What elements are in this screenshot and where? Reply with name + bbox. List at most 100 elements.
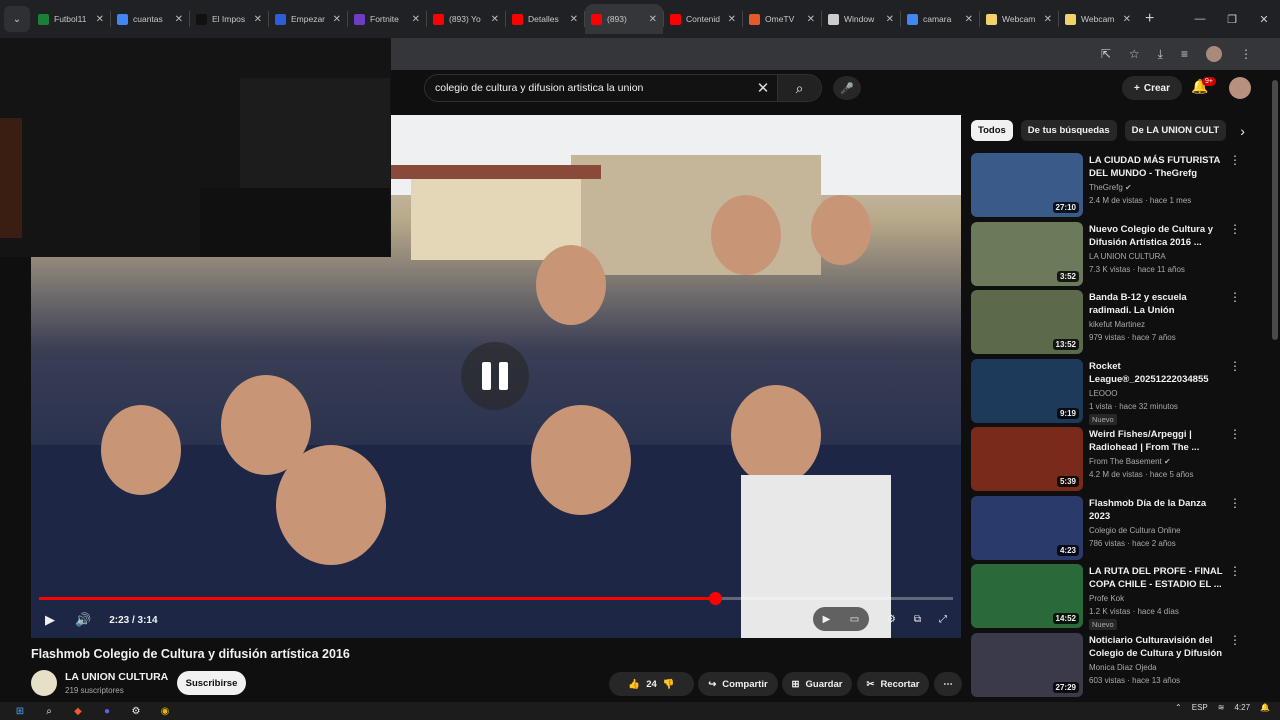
video-thumbnail[interactable]: 5:39 [971, 427, 1083, 491]
more-options-icon[interactable]: ⋮ [1229, 222, 1241, 236]
close-tab-icon[interactable]: ✕ [728, 14, 736, 25]
recommendation-channel[interactable]: kikefut Martinez [1089, 320, 1145, 329]
recommendation-channel[interactable]: Monica Diaz Ojeda [1089, 663, 1157, 672]
install-app-icon[interactable]: ⇱ [1101, 47, 1111, 61]
tab-search-button[interactable]: ⌄ [4, 6, 30, 32]
close-tab-icon[interactable]: ✕ [491, 14, 499, 25]
recommendation-channel[interactable]: LA UNION CULTURA [1089, 252, 1166, 261]
recommendation-item[interactable]: 3:52 Nuevo Colegio de Cultura y Difusión … [971, 221, 1261, 286]
progress-bar[interactable] [39, 592, 953, 605]
discord-icon[interactable]: ● [98, 706, 116, 717]
browser-tab[interactable]: Window ✕ [822, 4, 900, 34]
close-tab-icon[interactable]: ✕ [570, 14, 578, 25]
recommendation-item[interactable]: 4:23 Flashmob Día de la Danza 2023 Colegio… [971, 495, 1261, 560]
search-icon[interactable]: ⌕ [777, 75, 821, 101]
media-controls-icon[interactable]: ≡ [1181, 47, 1188, 61]
share-button[interactable]: ↪ Compartir [698, 672, 778, 696]
browser-tab[interactable]: camara ✕ [901, 4, 979, 34]
browser-menu-icon[interactable]: ⋮ [1240, 47, 1252, 61]
recommendation-title[interactable]: Weird Fishes/Arpeggi | Radiohead | From … [1089, 428, 1229, 454]
more-options-icon[interactable]: ⋮ [1229, 290, 1241, 304]
chevron-up-icon[interactable]: ⌃ [1175, 703, 1182, 712]
close-window-icon[interactable]: ✕ [1248, 13, 1280, 26]
thumbs-down-icon[interactable]: 👎 [663, 679, 675, 690]
close-tab-icon[interactable]: ✕ [254, 14, 262, 25]
bookmark-star-icon[interactable]: ☆ [1129, 47, 1140, 61]
close-tab-icon[interactable]: ✕ [649, 14, 657, 25]
recommendation-title[interactable]: Nuevo Colegio de Cultura y Difusión Artí… [1089, 223, 1229, 249]
fullscreen-icon[interactable]: ⤢ [939, 614, 947, 625]
recommendation-title[interactable]: Flashmob Día de la Danza 2023 [1089, 497, 1229, 523]
minimize-icon[interactable]: — [1184, 13, 1216, 25]
scrollbar-thumb[interactable] [1272, 80, 1278, 340]
browser-tab[interactable]: El Impos ✕ [190, 4, 268, 34]
recommendation-item[interactable]: 27:10 LA CIUDAD MÁS FUTURISTA DEL MUNDO -… [971, 153, 1261, 217]
recommendation-item[interactable]: 27:29 Noticiario Culturavisión del Colegi… [971, 632, 1261, 697]
clock[interactable]: 4:27 [1234, 703, 1250, 712]
close-tab-icon[interactable]: ✕ [1044, 14, 1052, 25]
recommendation-title[interactable]: Noticiario Culturavisión del Colegio de … [1089, 634, 1229, 660]
video-thumbnail[interactable]: 13:52 [971, 290, 1083, 354]
settings-icon[interactable]: ⚙ [127, 706, 145, 717]
recommendation-channel[interactable]: LEOOO [1089, 389, 1117, 398]
pause-button[interactable] [461, 342, 529, 410]
chrome-icon[interactable]: ◉ [156, 706, 174, 717]
chip-de-tus-busquedas[interactable]: De tus búsquedas [1020, 120, 1117, 141]
close-tab-icon[interactable]: ✕ [333, 14, 341, 25]
create-button[interactable]: + Crear [1122, 76, 1182, 100]
recommendation-channel[interactable]: TheGrefg ✔ [1089, 183, 1132, 192]
video-thumbnail[interactable]: 9:19 [971, 358, 1083, 423]
close-tab-icon[interactable]: ✕ [1123, 14, 1131, 25]
recommendation-channel[interactable]: From The Basement ✔ [1089, 457, 1171, 466]
close-tab-icon[interactable]: ✕ [886, 14, 894, 25]
maximize-icon[interactable]: ❐ [1216, 13, 1248, 26]
more-options-icon[interactable]: ⋮ [1229, 564, 1241, 578]
search-icon[interactable]: ⌕ [40, 706, 58, 717]
search-input[interactable]: colegio de cultura y difusion artistica … [425, 82, 749, 94]
brave-icon[interactable]: ◆ [69, 706, 87, 717]
autoplay-toggle[interactable]: ▶ ▭ [812, 607, 869, 631]
video-thumbnail[interactable]: 27:10 [971, 153, 1083, 217]
miniplayer-icon[interactable]: ⧉ [914, 614, 921, 625]
wifi-icon[interactable]: ≋ [1218, 703, 1225, 712]
browser-tab[interactable]: Contenid ✕ [664, 4, 742, 34]
browser-tab[interactable]: Webcam ✕ [1059, 4, 1137, 34]
recommendation-item[interactable]: 13:52 Banda B-12 y escuela radimadi. La U… [971, 290, 1261, 354]
more-options-icon[interactable]: ⋮ [1229, 153, 1241, 167]
recommendation-title[interactable]: LA CIUDAD MÁS FUTURISTA DEL MUNDO - TheG… [1089, 154, 1229, 180]
more-options-icon[interactable]: ⋮ [1229, 633, 1241, 647]
microphone-icon[interactable]: 🎤 [833, 76, 861, 100]
channel-name[interactable]: LA UNION CULTURA [65, 671, 168, 683]
close-tab-icon[interactable]: ✕ [412, 14, 420, 25]
download-icon[interactable]: ⤓ [1158, 47, 1163, 62]
browser-tab[interactable]: (893) ✕ [585, 4, 663, 34]
browser-tab[interactable]: Webcam ✕ [980, 4, 1058, 34]
recommendation-channel[interactable]: Profe Kok [1089, 594, 1124, 603]
recommendation-channel[interactable]: Colegio de Cultura Online [1089, 526, 1181, 535]
more-actions-button[interactable]: ⋯ [934, 672, 962, 696]
user-avatar[interactable] [1229, 77, 1251, 99]
like-button[interactable]: 👍 24 👎 [609, 672, 694, 696]
more-options-icon[interactable]: ⋮ [1229, 427, 1241, 441]
chevron-right-icon[interactable]: › [1240, 123, 1245, 139]
video-thumbnail[interactable]: 4:23 [971, 495, 1083, 560]
windows-start-icon[interactable]: ⊞ [11, 706, 29, 717]
recommendation-item[interactable]: 5:39 Weird Fishes/Arpeggi | Radiohead | F… [971, 427, 1261, 491]
close-tab-icon[interactable]: ✕ [807, 14, 815, 25]
save-button[interactable]: ⊞ Guardar [782, 672, 852, 696]
subscribe-button[interactable]: Suscribirse [177, 671, 246, 695]
channel-avatar[interactable] [31, 670, 57, 696]
recommendation-title[interactable]: Banda B-12 y escuela radimadi. La Unión [1089, 291, 1229, 317]
browser-tab[interactable]: OmeTV ✕ [743, 4, 821, 34]
volume-icon[interactable]: 🔊 [75, 612, 91, 628]
more-options-icon[interactable]: ⋮ [1229, 359, 1241, 373]
profile-avatar[interactable] [1206, 46, 1222, 62]
browser-tab[interactable]: (893) Yo ✕ [427, 4, 505, 34]
video-thumbnail[interactable]: 27:29 [971, 632, 1083, 697]
browser-tab[interactable]: Fortnite ✕ [348, 4, 426, 34]
close-tab-icon[interactable]: ✕ [96, 14, 104, 25]
browser-tab[interactable]: Futbol11 ✕ [32, 4, 110, 34]
subtitles-icon[interactable]: ▭ [850, 614, 859, 625]
new-tab-button[interactable]: + [1145, 10, 1154, 28]
chip-todos[interactable]: Todos [971, 120, 1013, 141]
